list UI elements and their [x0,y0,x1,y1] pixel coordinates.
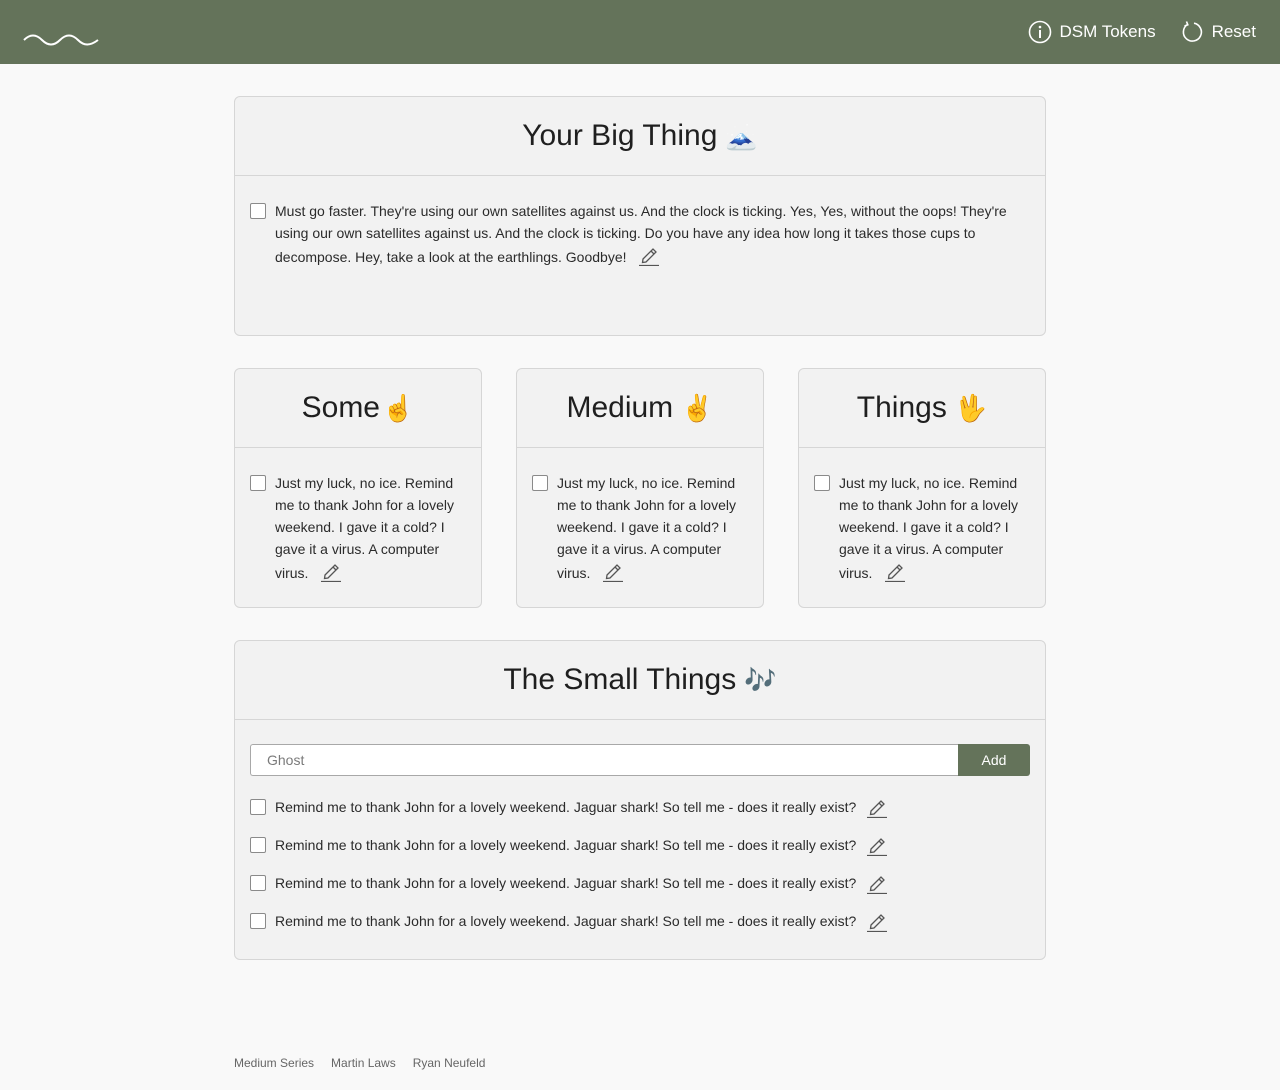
top-bar: DSM Tokens Reset [0,0,1280,64]
task-checkbox[interactable] [250,799,266,815]
big-thing-body: Must go faster. They're using our own sa… [235,176,1045,268]
footer-link-martin-laws[interactable]: Martin Laws [331,1056,396,1070]
footer-link-ryan-neufeld[interactable]: Ryan Neufeld [413,1056,486,1070]
small-task-list: Remind me to thank John for a lovely wee… [250,788,1030,940]
pencil-edit-icon[interactable] [320,560,342,582]
medium-card-body: Just my luck, no ice. Remind me to thank… [799,448,1045,584]
task-checkbox[interactable] [250,837,266,853]
list-item: Remind me to thank John for a lovely wee… [250,826,1030,864]
medium-card-header: Things 🖖 [799,369,1045,448]
medium-card-title: Things [856,391,947,424]
pencil-edit-icon[interactable] [866,796,888,818]
medium-card-body: Just my luck, no ice. Remind me to thank… [235,448,481,584]
medium-task: Just my luck, no ice. Remind me to thank… [532,472,748,584]
add-button[interactable]: Add [958,744,1030,776]
task-checkbox[interactable] [250,203,266,219]
task-checkbox[interactable] [250,875,266,891]
top-actions: DSM Tokens Reset [1028,18,1256,46]
big-thing-header: Your Big Thing 🗻 [235,97,1045,176]
medium-card-header: Medium ✌️ [517,369,763,448]
medium-task: Just my luck, no ice. Remind me to thank… [814,472,1030,584]
refresh-icon [1182,21,1202,42]
dsm-tokens-button[interactable]: DSM Tokens [1028,20,1156,44]
medium-card-some: Some ☝️ Just my luck, no ice. Remind me … [234,368,482,608]
task-text: Just my luck, no ice. Remind me to thank… [839,472,1030,584]
add-task-row: Add [250,744,1030,776]
pencil-edit-icon[interactable] [638,244,660,266]
medium-card-title: Some [301,391,380,424]
pencil-edit-icon[interactable] [866,834,888,856]
pencil-edit-icon[interactable] [866,872,888,894]
list-item: Remind me to thank John for a lovely wee… [250,788,1030,826]
wave-logo-icon[interactable] [22,30,102,50]
task-label: Just my luck, no ice. Remind me to thank… [839,475,1018,581]
medium-card-body: Just my luck, no ice. Remind me to thank… [517,448,763,584]
mountain-emoji-icon: 🗻 [725,120,758,151]
big-thing-task: Must go faster. They're using our own sa… [250,200,1030,268]
reset-label: Reset [1211,22,1256,41]
pencil-edit-icon[interactable] [866,910,888,932]
task-label: Remind me to thank John for a lovely wee… [275,799,857,815]
big-thing-card: Your Big Thing 🗻 Must go faster. They're… [234,96,1046,336]
pointing-finger-emoji-icon: ☝️ [382,392,415,423]
victory-hand-emoji-icon: ✌️ [681,392,714,423]
task-text: Just my luck, no ice. Remind me to thank… [275,472,466,584]
task-label: Just my luck, no ice. Remind me to thank… [557,475,736,581]
small-things-title: The Small Things [503,663,737,696]
medium-task: Just my luck, no ice. Remind me to thank… [250,472,466,584]
medium-card-header: Some ☝️ [235,369,481,448]
reset-button[interactable]: Reset [1180,20,1256,44]
small-things-body: Add Remind me to thank John for a lovely… [235,720,1045,940]
task-label: Remind me to thank John for a lovely wee… [275,837,857,853]
medium-card-things: Things 🖖 Just my luck, no ice. Remind me… [798,368,1046,608]
medium-card-title: Medium [566,391,674,424]
task-checkbox[interactable] [250,913,266,929]
vulcan-salute-emoji-icon: 🖖 [954,392,988,423]
task-label: Remind me to thank John for a lovely wee… [275,875,857,891]
list-item: Remind me to thank John for a lovely wee… [250,864,1030,902]
big-thing-title: Your Big Thing [522,119,718,152]
task-text: Must go faster. They're using our own sa… [275,200,1030,268]
dsm-tokens-label: DSM Tokens [1059,22,1156,41]
small-things-card: The Small Things 🎶 Add Remind me to than… [234,640,1046,960]
task-checkbox[interactable] [250,475,266,491]
task-text: Just my luck, no ice. Remind me to thank… [557,472,748,584]
list-item: Remind me to thank John for a lovely wee… [250,902,1030,940]
footer-link-medium-series[interactable]: Medium Series [234,1056,314,1070]
small-things-header: The Small Things 🎶 [235,641,1045,720]
task-label: Remind me to thank John for a lovely wee… [275,913,857,929]
info-icon [1028,20,1051,44]
medium-card-medium: Medium ✌️ Just my luck, no ice. Remind m… [516,368,764,608]
music-notes-emoji-icon: 🎶 [744,664,777,695]
task-checkbox[interactable] [814,475,830,491]
task-label: Just my luck, no ice. Remind me to thank… [275,475,454,581]
footer: Medium Series Martin Laws Ryan Neufeld [234,1056,502,1070]
pencil-edit-icon[interactable] [602,560,624,582]
task-checkbox[interactable] [532,475,548,491]
new-task-input[interactable] [250,744,958,776]
pencil-edit-icon[interactable] [884,560,906,582]
